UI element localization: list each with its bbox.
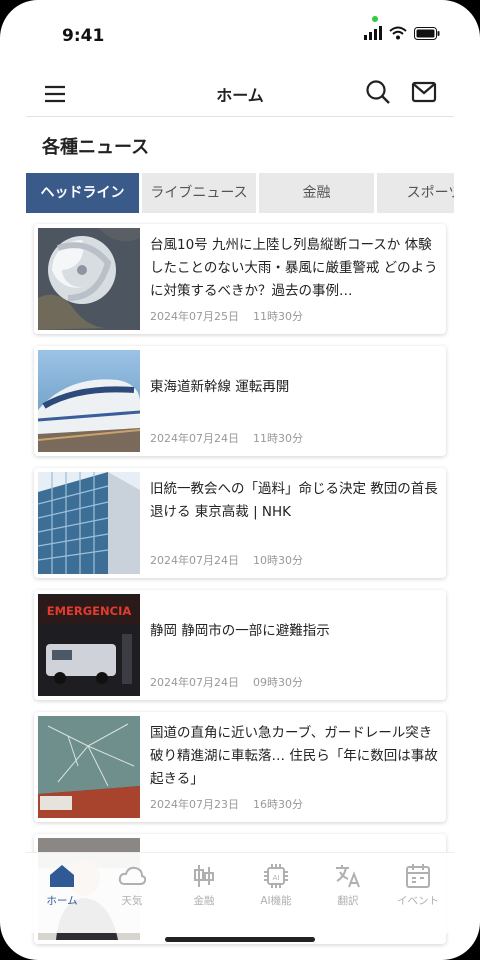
nav-label: ホーム [46, 895, 78, 907]
camera-indicator-dot [372, 16, 378, 22]
news-time: 10時30分 [253, 554, 303, 567]
news-card[interactable]: 台風10号 九州に上陸し列島縦断コースか 体験したことのない大雨・暴風に厳重警戒… [34, 224, 446, 334]
news-thumbnail-building [38, 472, 140, 574]
translate-icon [336, 865, 360, 888]
news-title: 東海道新幹線 運転再開 [150, 379, 290, 395]
news-time: 16時30分 [253, 798, 303, 811]
news-card[interactable]: EMERGENCIA 静岡 静岡市の一部に避難指示 2024年07月24日 09時… [34, 590, 446, 700]
news-title: 台風10号 九州に上陸し列島縦断コースか 体験したことのない大雨・暴風に厳重警戒… [150, 237, 438, 299]
news-timestamp: 2024年07月24日 09時30分 [150, 674, 303, 690]
news-date: 2024年07月24日 [150, 676, 239, 689]
emergency-sign-text: EMERGENCIA [47, 604, 132, 618]
tab-sports[interactable]: スポーツ [377, 173, 454, 213]
section-title: 各種ニュース [42, 137, 150, 158]
battery-icon [414, 26, 440, 40]
tab-headline[interactable]: ヘッドライン [26, 173, 139, 213]
news-timestamp: 2024年07月24日 10時30分 [150, 552, 303, 568]
news-title: 静岡 静岡市の一部に避難指示 [150, 623, 330, 639]
news-timestamp: 2024年07月24日 11時30分 [150, 430, 303, 446]
news-title: 旧統一教会への「過料」命じる決定 教団の首長退ける 東京高裁 | NHK [150, 481, 438, 520]
mail-icon[interactable] [410, 78, 438, 106]
news-time: 09時30分 [253, 676, 303, 689]
header-divider [26, 116, 454, 117]
news-time: 11時30分 [253, 432, 303, 445]
news-date: 2024年07月24日 [150, 432, 239, 445]
news-thumbnail-train [38, 350, 140, 452]
ai-chip-icon: AI [264, 864, 288, 888]
cloud-icon [118, 866, 146, 885]
nav-item-events[interactable]: イベント [382, 863, 454, 921]
news-thumbnail-emergency: EMERGENCIA [38, 594, 140, 696]
nav-item-home[interactable]: ホーム [26, 863, 98, 921]
phone-screen: 9:41 ホーム 各種ニュース ヘッドライン ライブニュース 金融 スポー 台風… [0, 0, 480, 960]
news-card[interactable]: 国道の直角に近い急カーブ、ガードレール突き破り精進湖に車転落… 住民ら「年に数回… [34, 712, 446, 822]
app-header: ホーム [26, 72, 454, 116]
home-icon [50, 865, 74, 887]
nav-label: 翻訳 [337, 895, 359, 907]
news-date: 2024年07月23日 [150, 798, 239, 811]
news-thumbnail-car [38, 716, 140, 818]
news-timestamp: 2024年07月25日 11時30分 [150, 308, 303, 324]
candlestick-icon [194, 865, 214, 887]
nav-label: 天気 [121, 895, 143, 907]
news-date: 2024年07月25日 [150, 310, 239, 323]
news-title: 国道の直角に近い急カーブ、ガードレール突き破り精進湖に車転落… 住民ら「年に数回… [150, 725, 438, 787]
wifi-icon [389, 26, 407, 40]
status-icons [364, 26, 440, 40]
svg-text:AI: AI [273, 874, 280, 882]
signal-icon [364, 26, 382, 40]
nav-label: イベント [397, 895, 439, 907]
news-date: 2024年07月24日 [150, 554, 239, 567]
news-card[interactable]: 東海道新幹線 運転再開 2024年07月24日 11時30分 [34, 346, 446, 456]
search-icon[interactable] [364, 78, 392, 106]
status-time: 9:41 [62, 26, 105, 46]
nav-item-ai[interactable]: AI AI機能 [240, 863, 312, 921]
category-tabs: ヘッドライン ライブニュース 金融 スポーツ [26, 173, 454, 213]
nav-item-finance[interactable]: 金融 [168, 863, 240, 921]
nav-label: 金融 [193, 895, 215, 907]
nav-item-weather[interactable]: 天気 [96, 863, 168, 921]
news-timestamp: 2024年07月23日 16時30分 [150, 796, 303, 812]
home-indicator [165, 937, 315, 942]
status-bar: 9:41 [0, 0, 480, 70]
nav-label: AI機能 [260, 895, 292, 907]
news-thumbnail-typhoon [38, 228, 140, 330]
tab-finance[interactable]: 金融 [259, 173, 374, 213]
nav-item-translate[interactable]: 翻訳 [312, 863, 384, 921]
tab-live-news[interactable]: ライブニュース [142, 173, 256, 213]
calendar-icon [406, 864, 430, 888]
news-time: 11時30分 [253, 310, 303, 323]
news-card[interactable]: 旧統一教会への「過料」命じる決定 教団の首長退ける 東京高裁 | NHK 202… [34, 468, 446, 578]
bottom-navigation: ホーム 天気 金融 AI AI機能 翻訳 イベント [26, 852, 454, 933]
